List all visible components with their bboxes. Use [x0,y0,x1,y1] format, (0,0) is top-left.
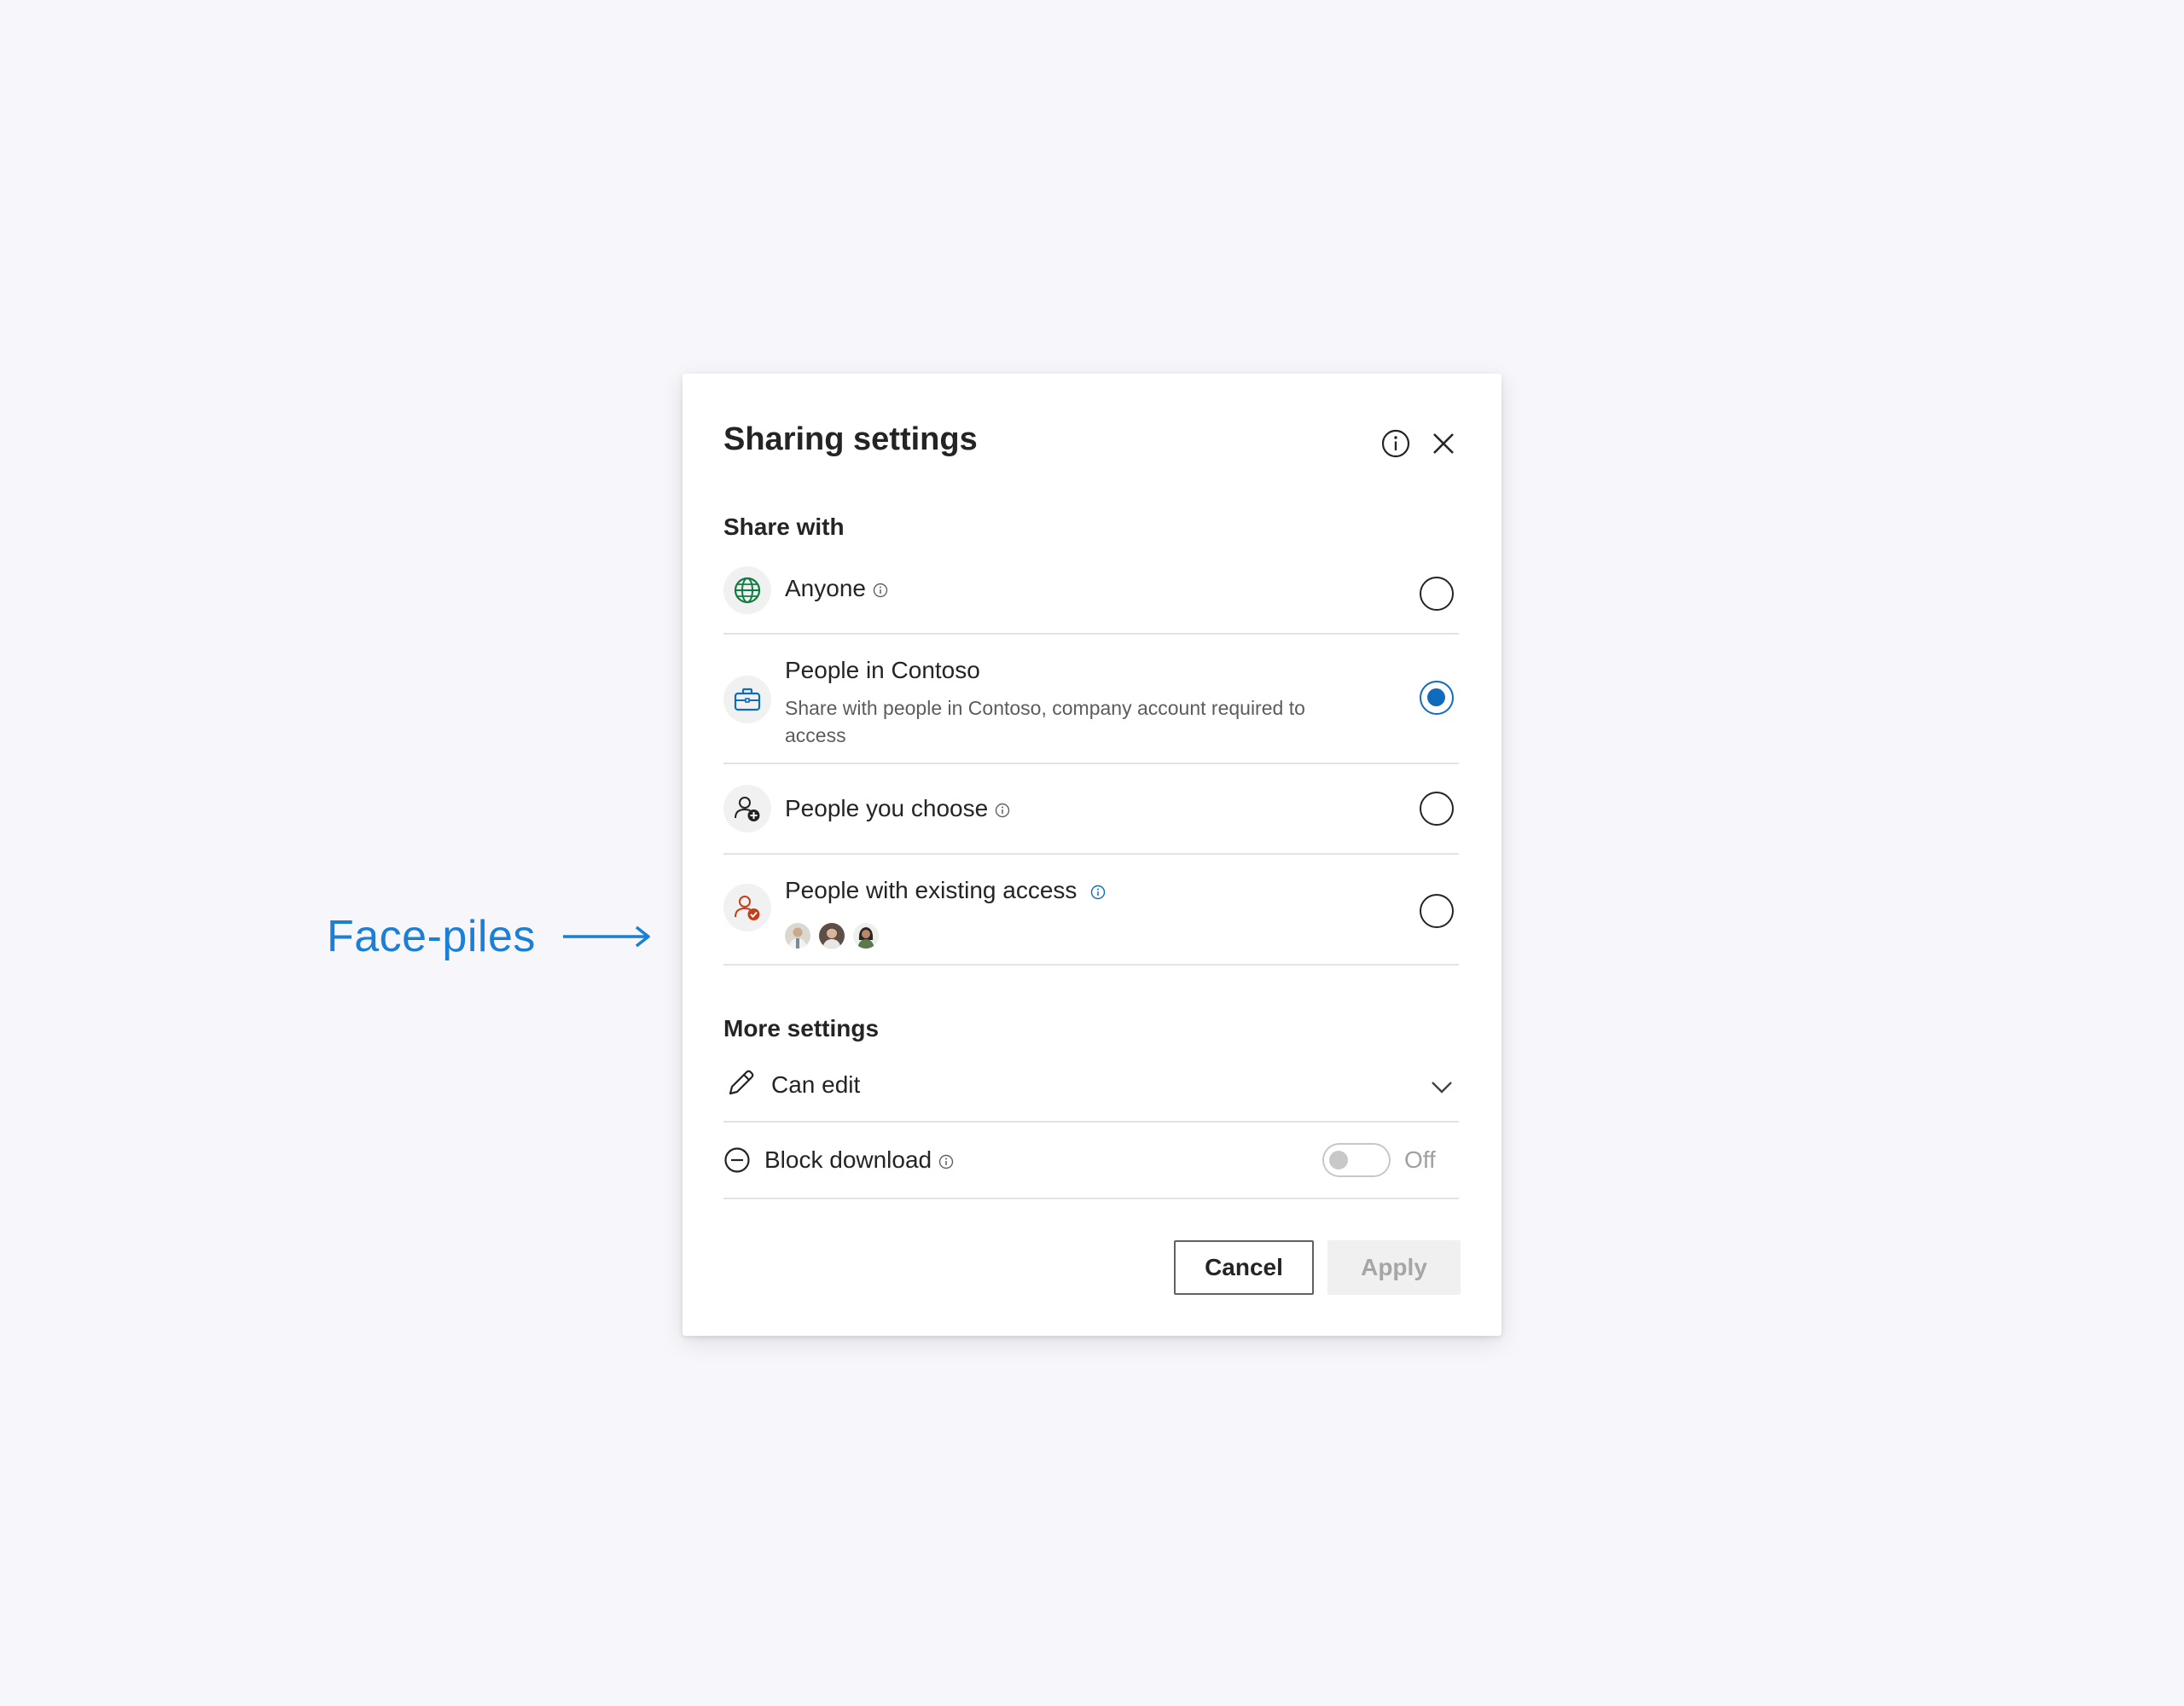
briefcase-icon [723,676,771,723]
radio-people-with-existing-access[interactable] [1420,894,1454,928]
block-download-label: Block download [764,1146,932,1173]
permission-label: Can edit [771,1071,861,1098]
apply-button[interactable]: Apply [1327,1240,1461,1295]
block-icon [724,1147,750,1173]
option-people-you-choose[interactable]: People you choose [723,764,1459,855]
option-people-you-choose-label: People you choose [785,795,989,821]
chevron-down-icon [1432,1082,1452,1094]
info-icon[interactable] [1090,885,1106,900]
globe-icon [723,566,771,614]
info-icon[interactable] [873,583,888,598]
info-icon[interactable] [1379,426,1413,461]
block-download-toggle[interactable] [1322,1143,1391,1177]
radio-people-you-choose[interactable] [1420,792,1454,826]
dialog-title: Sharing settings [723,421,978,457]
option-people-in-contoso-label: People in Contoso [785,657,980,683]
person-check-icon [723,884,771,931]
avatar [783,921,812,950]
toggle-state-label: Off [1404,1146,1436,1173]
face-piles-annotation: Face-piles [327,906,652,967]
close-icon[interactable] [1426,426,1461,461]
info-icon[interactable] [995,803,1010,818]
option-anyone[interactable]: Anyone [723,554,1459,635]
option-people-in-contoso[interactable]: People in Contoso Share with people in C… [723,635,1459,764]
permission-dropdown[interactable]: Can edit [723,1056,1459,1123]
option-people-with-existing-access-label: People with existing access [785,877,1077,903]
share-with-heading: Share with [723,514,845,540]
annotation-label: Face-piles [327,912,536,961]
option-anyone-label: Anyone [785,575,866,601]
cancel-button[interactable]: Cancel [1174,1240,1314,1295]
info-icon[interactable] [938,1154,954,1169]
sharing-settings-dialog: Sharing settings Share with Anyone Peopl… [682,374,1502,1336]
arrow-right-icon [562,926,650,948]
more-settings-heading: More settings [723,1015,880,1042]
pencil-icon [729,1070,754,1095]
avatar [817,921,846,950]
option-people-in-contoso-description: Share with people in Contoso, company ac… [785,697,1305,746]
radio-anyone[interactable] [1420,577,1454,611]
avatar [851,921,880,950]
radio-people-in-contoso[interactable] [1420,681,1454,715]
block-download-row: Block download Off [723,1123,1459,1199]
person-add-icon [723,785,771,833]
